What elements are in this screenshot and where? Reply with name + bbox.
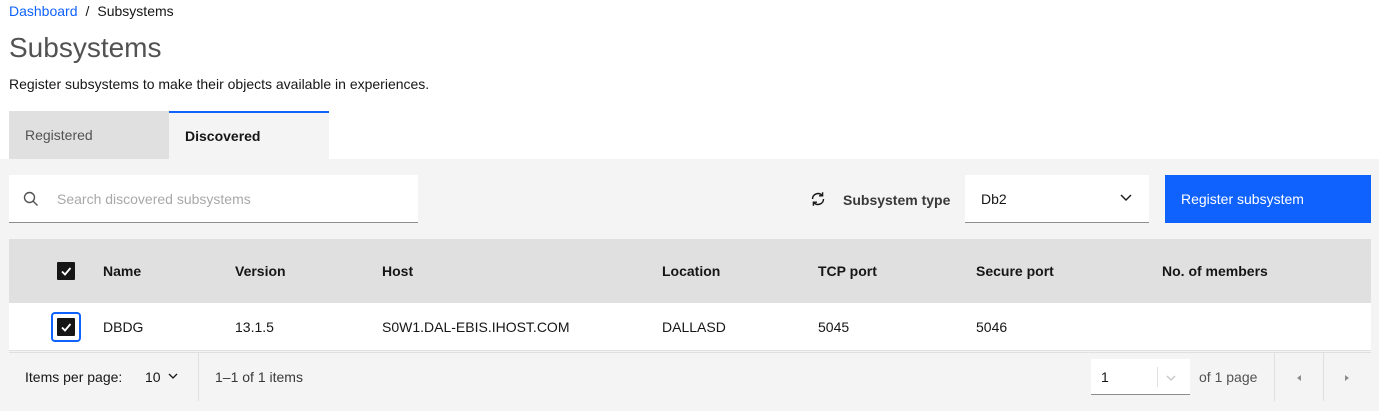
subsystem-type-dropdown[interactable]: Db2 [965,175,1149,223]
of-pages-text: of 1 page [1199,369,1258,385]
page-select[interactable]: 1 [1091,359,1190,395]
next-page-button[interactable] [1323,353,1371,401]
search-box [9,175,418,223]
header-secure-port[interactable]: Secure port [976,263,1054,279]
table-row[interactable]: DBDG 13.1.5 S0W1.DAL-EBIS.IHOST.COM DALL… [9,303,1371,351]
caret-left-icon [1295,369,1303,385]
tab-registered[interactable]: Registered [9,111,169,159]
previous-page-button[interactable] [1275,353,1323,401]
checkmark-icon [57,318,75,336]
tab-list: Registered Discovered [9,111,329,159]
subsystems-page: Dashboard / Subsystems Subsystems Regist… [0,0,1379,411]
items-per-page-value: 10 [145,369,161,385]
discovered-panel: Subsystem type Db2 Register subsystem Na… [0,159,1379,411]
tab-discovered[interactable]: Discovered [169,111,329,159]
page-select-value: 1 [1101,368,1109,385]
header-version[interactable]: Version [235,263,286,279]
cell-name: DBDG [103,318,144,335]
chevron-down-icon [167,369,179,385]
subsystem-type-label: Subsystem type [843,192,951,208]
breadcrumb: Dashboard / Subsystems [9,3,174,19]
page-select-divider [1157,367,1158,387]
cell-secure-port: 5046 [976,318,1008,335]
cell-host: S0W1.DAL-EBIS.IHOST.COM [382,318,570,335]
header-members[interactable]: No. of members [1162,263,1268,279]
cell-location: DALLASD [662,318,726,335]
items-range: 1–1 of 1 items [215,369,303,385]
chevron-down-icon [1165,371,1177,387]
table-header: Name Version Host Location TCP port Secu… [9,239,1371,303]
checkmark-icon [57,262,75,280]
pager-divider [198,353,199,401]
refresh-icon[interactable] [808,189,828,209]
subsystem-type-value: Db2 [981,190,1007,207]
chevron-down-icon [1119,190,1133,207]
cell-version: 13.1.5 [235,318,274,335]
row-checkbox[interactable] [51,312,81,342]
subsystems-table: Name Version Host Location TCP port Secu… [9,239,1371,351]
select-all-checkbox[interactable] [57,262,75,280]
breadcrumb-separator: / [85,3,90,19]
header-host[interactable]: Host [382,263,413,279]
page-description: Register subsystems to make their object… [9,76,430,92]
cell-tcp-port: 5045 [818,318,850,335]
caret-right-icon [1343,369,1351,385]
header-location[interactable]: Location [662,263,720,279]
search-input[interactable] [57,190,397,207]
page-title: Subsystems [9,32,162,63]
header-name[interactable]: Name [103,263,141,279]
breadcrumb-dashboard-link[interactable]: Dashboard [9,3,78,19]
items-per-page-select[interactable]: 10 [145,369,179,385]
header-tcp-port[interactable]: TCP port [818,263,877,279]
register-subsystem-button[interactable]: Register subsystem [1165,175,1371,223]
items-per-page-label: Items per page: [25,369,123,385]
search-icon [9,191,53,207]
breadcrumb-current: Subsystems [97,3,174,19]
pagination: Items per page: 10 1–1 of 1 items 1 of 1… [9,352,1371,401]
